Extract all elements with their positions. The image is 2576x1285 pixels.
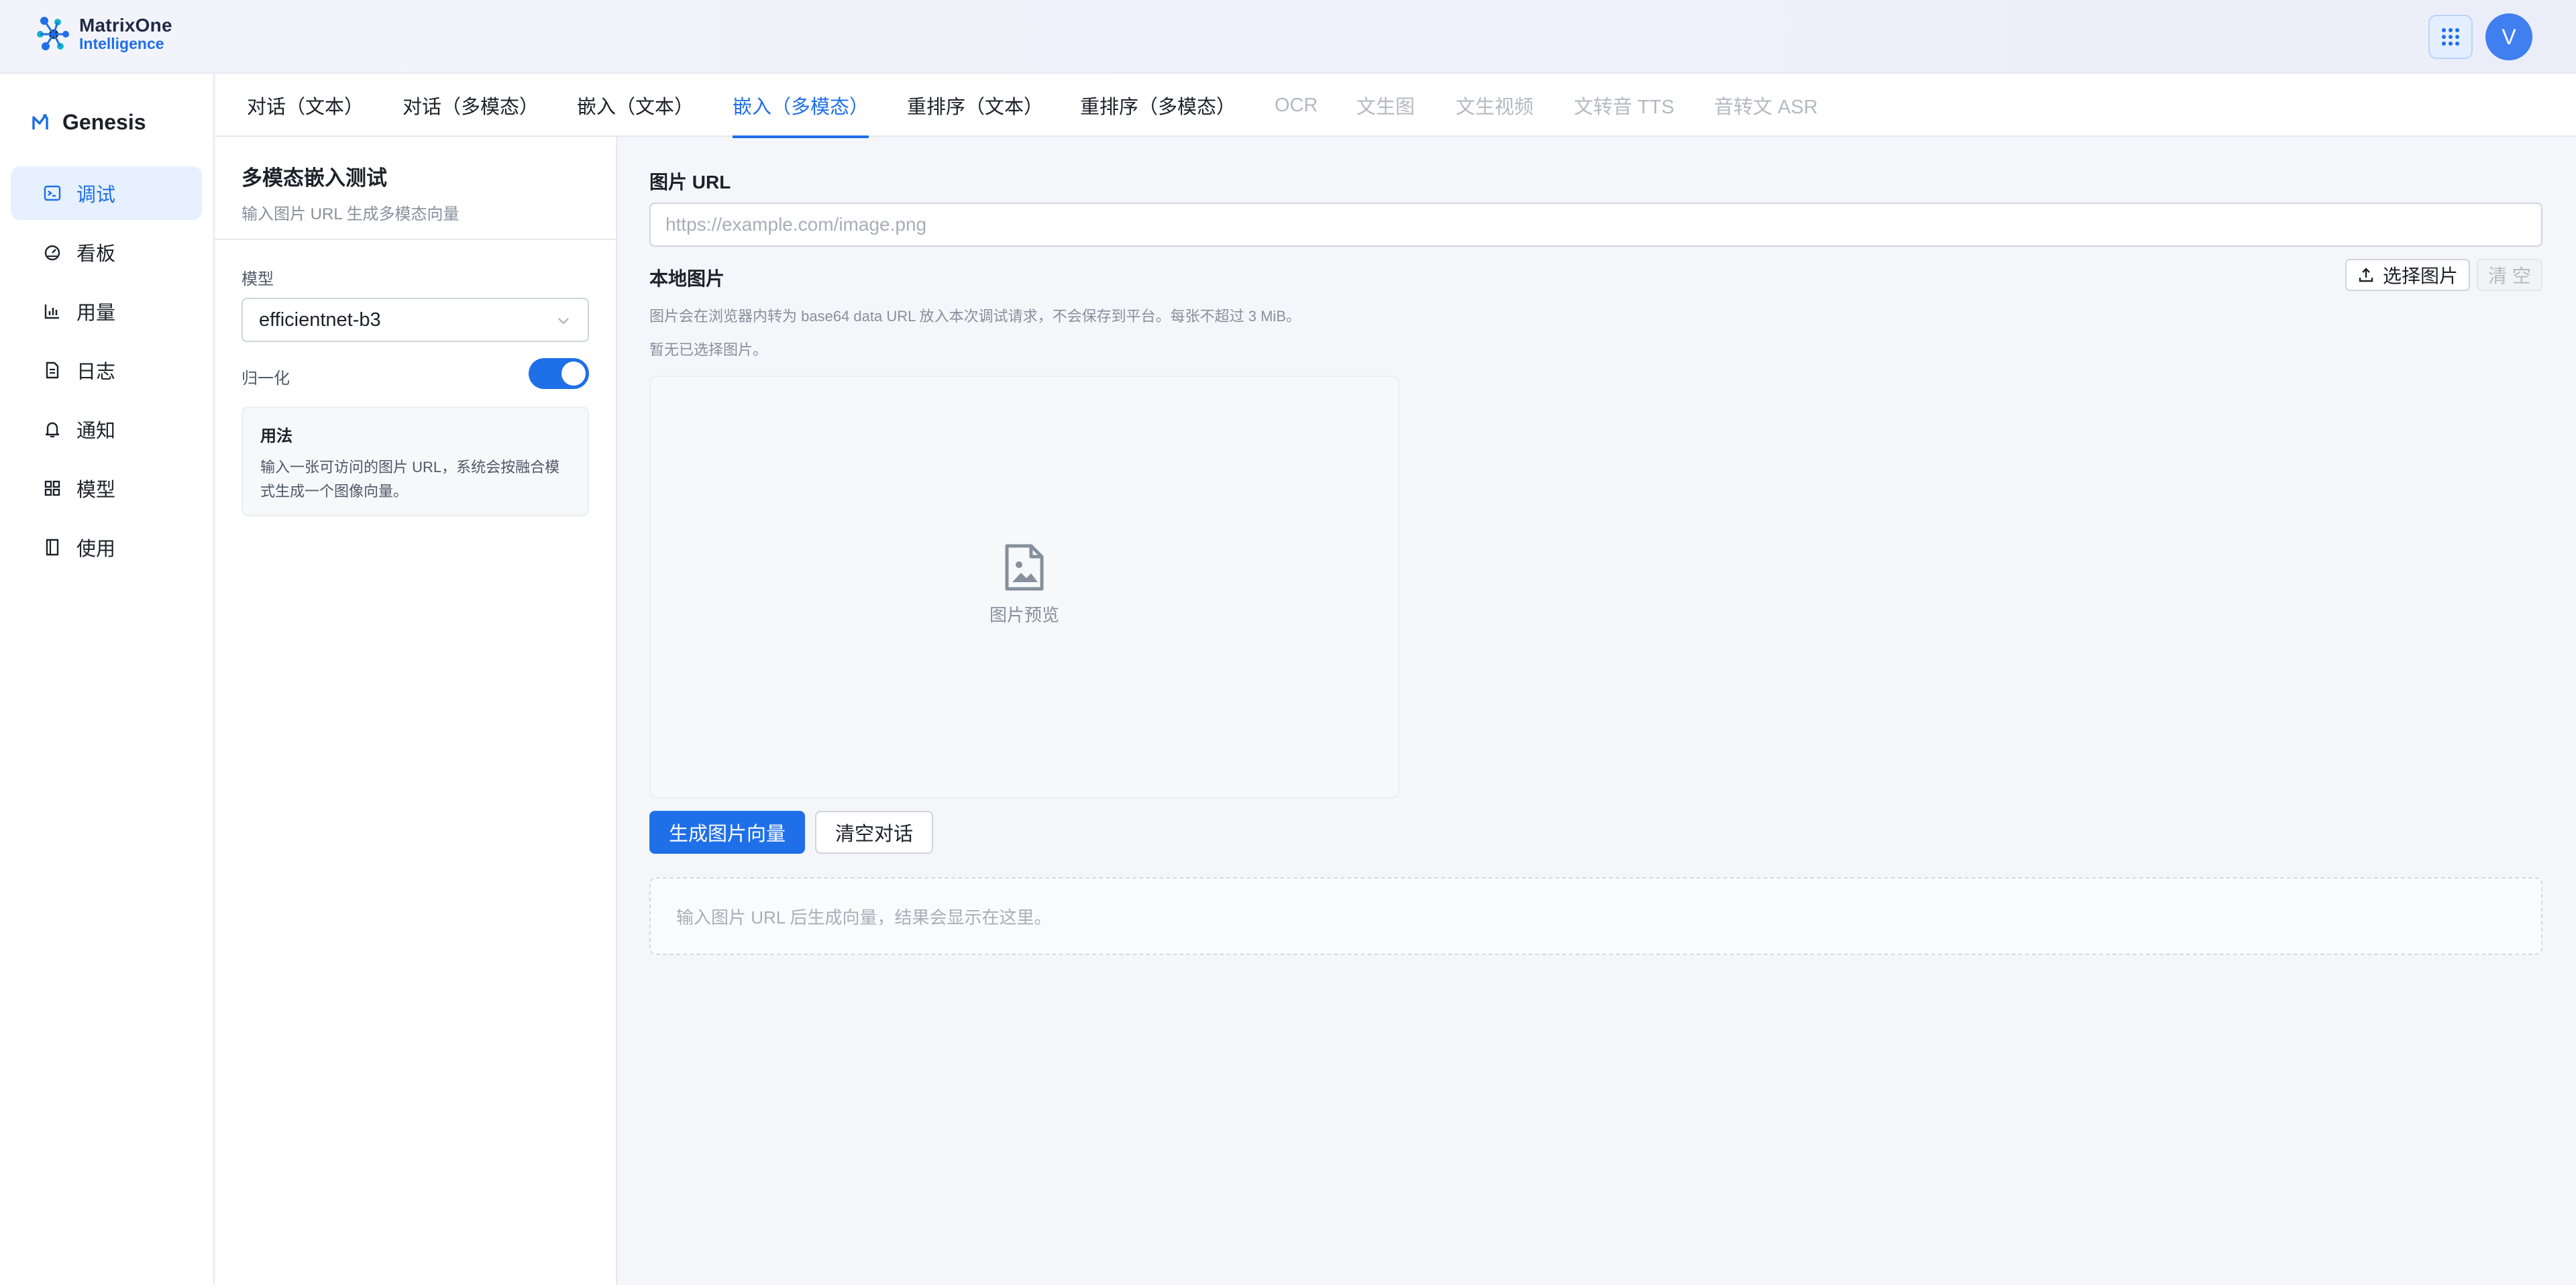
clear-image-button[interactable]: 清 空 xyxy=(2477,259,2542,291)
select-image-label: 选择图片 xyxy=(2382,266,2458,286)
matrixone-logo-icon xyxy=(37,17,69,50)
sidebar: Genesis 调试 看板 用量 日志 通知 模型 使用 xyxy=(0,74,215,1285)
select-image-button[interactable]: 选择图片 xyxy=(2345,259,2470,291)
sidebar-item-label: 日志 xyxy=(76,361,116,383)
sidebar-item-usage-guide[interactable]: 使用 xyxy=(11,520,202,574)
panel-subtitle: 输入图片 URL 生成多模态向量 xyxy=(241,205,460,223)
image-url-input[interactable] xyxy=(649,203,2542,247)
clear-chat-button[interactable]: 清空对话 xyxy=(815,811,933,854)
tab-chat-multimodal[interactable]: 对话（多模态） xyxy=(402,74,539,137)
sidebar-item-label: 通知 xyxy=(76,421,116,442)
tab-embed-text[interactable]: 嵌入（文本） xyxy=(577,74,694,137)
local-image-hint: 图片会在浏览器内转为 base64 data URL 放入本次调试请求，不会保存… xyxy=(649,308,1301,325)
brand-label: Genesis xyxy=(62,110,146,134)
sidebar-item-label: 看板 xyxy=(76,243,116,265)
terminal-icon xyxy=(43,184,62,203)
tab-text-to-image[interactable]: 文生图 xyxy=(1356,74,1415,137)
sidebar-item-dashboard[interactable]: 看板 xyxy=(11,225,202,279)
sidebar-item-logs[interactable]: 日志 xyxy=(11,343,202,397)
image-preview: 图片预览 xyxy=(649,376,1399,798)
tab-text-to-video[interactable]: 文生视频 xyxy=(1456,74,1534,137)
sidebar-item-label: 调试 xyxy=(76,184,116,206)
model-select-value: efficientnet-b3 xyxy=(259,309,381,331)
app-logo[interactable]: MatrixOne Intelligence xyxy=(34,13,172,54)
panel-divider xyxy=(215,239,616,240)
sidebar-item-debug[interactable]: 调试 xyxy=(11,166,202,220)
panel-title: 多模态嵌入测试 xyxy=(241,166,387,190)
generate-vector-button[interactable]: 生成图片向量 xyxy=(649,811,805,854)
toggle-knob xyxy=(561,361,586,386)
dashboard-gauge-icon xyxy=(43,243,62,262)
apps-grid-icon xyxy=(2442,28,2459,46)
grid-icon xyxy=(43,479,62,498)
config-panel: 多模态嵌入测试 输入图片 URL 生成多模态向量 模型 efficientnet… xyxy=(215,137,617,1285)
tab-rerank-multimodal[interactable]: 重排序（多模态） xyxy=(1080,74,1236,137)
result-placeholder: 输入图片 URL 后生成向量，结果会显示在这里。 xyxy=(676,907,1052,928)
tab-embed-multimodal[interactable]: 嵌入（多模态） xyxy=(733,74,869,138)
book-icon xyxy=(43,538,62,557)
tab-ocr[interactable]: OCR xyxy=(1275,74,1318,137)
tab-asr[interactable]: 音转文 ASR xyxy=(1714,74,1818,137)
logo-line2: Intelligence xyxy=(79,34,164,52)
upload-icon xyxy=(2359,268,2373,282)
model-label: 模型 xyxy=(241,270,274,288)
capability-tabs: 对话（文本） 对话（多模态） 嵌入（文本） 嵌入（多模态） 重排序（文本） 重排… xyxy=(215,74,2576,138)
sidebar-item-usage[interactable]: 用量 xyxy=(11,284,202,338)
logo-line1: MatrixOne xyxy=(79,14,172,36)
result-area: 输入图片 URL 后生成向量，结果会显示在这里。 xyxy=(649,877,2542,955)
preview-label: 图片预览 xyxy=(989,605,1059,625)
sidebar-brand[interactable]: Genesis xyxy=(30,110,146,135)
tab-chat-text[interactable]: 对话（文本） xyxy=(247,74,364,137)
image-file-icon xyxy=(1005,544,1044,591)
apps-grid-button[interactable] xyxy=(2428,15,2473,59)
local-image-label: 本地图片 xyxy=(649,268,725,289)
normalize-toggle[interactable] xyxy=(529,358,589,389)
genesis-logo-icon xyxy=(32,113,48,129)
top-header: MatrixOne Intelligence V xyxy=(0,0,2576,74)
document-icon xyxy=(43,361,62,380)
bell-icon xyxy=(43,420,62,439)
no-image-text: 暂无已选择图片。 xyxy=(649,341,768,358)
model-select[interactable]: efficientnet-b3 xyxy=(241,298,589,342)
tab-tts[interactable]: 文转音 TTS xyxy=(1574,74,1674,137)
normalize-label: 归一化 xyxy=(241,370,290,388)
chevron-down-icon xyxy=(558,318,569,325)
usage-card: 用法 输入一张可访问的图片 URL，系统会按融合模 式生成一个图像向量。 xyxy=(241,406,589,516)
bar-chart-icon xyxy=(43,302,62,321)
sidebar-nav: 调试 看板 用量 日志 通知 模型 使用 xyxy=(11,166,202,579)
sidebar-item-label: 用量 xyxy=(76,302,116,324)
sidebar-item-notifications[interactable]: 通知 xyxy=(11,402,202,456)
usage-line: 输入一张可访问的图片 URL，系统会按融合模 xyxy=(260,459,560,476)
sidebar-item-models[interactable]: 模型 xyxy=(11,461,202,515)
sidebar-item-label: 模型 xyxy=(76,480,116,501)
usage-text: 输入一张可访问的图片 URL，系统会按融合模 式生成一个图像向量。 xyxy=(260,455,570,504)
image-url-label: 图片 URL xyxy=(649,172,731,192)
usage-line: 式生成一个图像向量。 xyxy=(260,483,409,500)
usage-title: 用法 xyxy=(260,427,292,445)
user-avatar[interactable]: V xyxy=(2485,13,2532,60)
sidebar-item-label: 使用 xyxy=(76,539,116,560)
tab-rerank-text[interactable]: 重排序（文本） xyxy=(907,74,1043,137)
